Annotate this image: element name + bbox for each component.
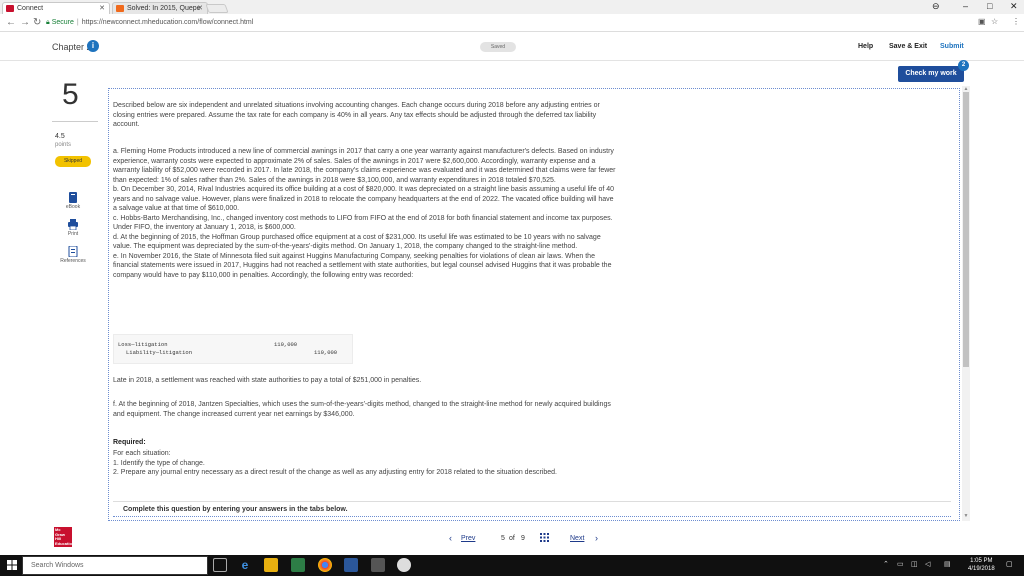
page-of: of <box>509 535 515 542</box>
back-icon[interactable]: ← <box>6 16 16 30</box>
required-line: 2. Prepare any journal entry necessary a… <box>113 469 557 476</box>
next-link[interactable]: Next <box>570 535 584 542</box>
points-label: points <box>55 142 72 148</box>
journal-debit: 110,000 <box>274 341 298 348</box>
prev-link[interactable]: Prev <box>461 535 475 542</box>
secure-label: Secure <box>51 19 74 26</box>
reload-icon[interactable]: ↻ <box>33 16 41 30</box>
info-icon[interactable]: i <box>87 40 99 52</box>
submit-link[interactable]: Submit <box>940 43 964 50</box>
situation-b: b. On December 30, 2014, Rival Industrie… <box>113 186 615 212</box>
task-view-icon[interactable] <box>213 558 227 572</box>
journal-account: Liability—litigation <box>126 349 193 356</box>
references-icon <box>68 246 78 257</box>
edge-icon[interactable]: e <box>238 558 252 572</box>
menu-icon[interactable]: ⋮ <box>1012 17 1020 26</box>
browser-tab-bar: Connect ✕ Solved: In 2015, Quepe ✕ ⊖ – □… <box>0 0 1024 14</box>
user-icon[interactable]: ⊖ <box>932 0 940 13</box>
tab-label: Solved: In 2015, Quepe <box>127 5 201 12</box>
required-line: For each situation: <box>113 450 171 457</box>
windows-start-icon[interactable] <box>7 560 17 570</box>
situation-c: c. Hobbs-Barto Merchandising, Inc., chan… <box>113 214 613 232</box>
journal-account: Loss—litigation <box>118 341 168 348</box>
book-icon <box>69 192 77 203</box>
word-icon[interactable] <box>344 558 358 572</box>
clock-date: 4/19/2018 <box>968 566 995 572</box>
page-total: 9 <box>521 535 525 542</box>
tab-label: Connect <box>17 5 44 12</box>
chegg-favicon-icon <box>116 5 124 12</box>
save-exit-link[interactable]: Save & Exit <box>889 43 927 50</box>
lock-icon: 🔒︎ <box>46 19 50 26</box>
instructions-bar: Complete this question by entering your … <box>113 501 951 517</box>
question-number: 5 <box>62 78 79 111</box>
chrome-icon[interactable] <box>318 558 332 572</box>
notifications-icon[interactable]: ▢ <box>1006 560 1013 568</box>
file-explorer-icon[interactable] <box>264 558 278 572</box>
situation-a: a. Fleming Home Products introduced a ne… <box>113 148 616 184</box>
check-my-work-button[interactable]: Check my work <box>898 66 964 82</box>
close-tab-icon[interactable]: ✕ <box>197 3 203 14</box>
journal-row: Loss—litigation 110,000 <box>118 341 348 349</box>
journal-row: Liability—litigation 110,000 <box>118 349 348 357</box>
prev-arrow-icon[interactable]: ‹ <box>449 533 452 543</box>
forward-icon[interactable]: → <box>20 16 30 30</box>
bookmark-star-icon[interactable]: ☆ <box>991 17 998 26</box>
maximize-button[interactable]: □ <box>987 0 992 13</box>
url-field[interactable]: 🔒︎ Secure | https://newconnect.mheducation… <box>46 17 996 29</box>
app-header: Chapter 20 i Saved Help Save & Exit Subm… <box>0 33 1024 61</box>
network-icon[interactable]: ◫ <box>911 560 918 568</box>
divider <box>52 121 98 122</box>
scrollbar-thumb[interactable] <box>963 92 969 367</box>
tab-solved[interactable]: Solved: In 2015, Quepe ✕ <box>112 2 208 14</box>
print-label: Print <box>67 231 79 237</box>
print-button[interactable]: Print <box>55 219 91 237</box>
close-tab-icon[interactable]: ✕ <box>99 3 105 14</box>
question-intro: Described below are six independent and … <box>113 102 600 128</box>
windows-search-input[interactable]: Search Windows <box>22 556 208 575</box>
references-button[interactable]: References <box>55 246 91 264</box>
ebook-label: eBook <box>65 204 81 210</box>
minimize-button[interactable]: – <box>963 0 968 13</box>
translate-icon[interactable]: ▣ <box>978 17 986 26</box>
keyboard-icon[interactable]: ▤ <box>944 560 951 568</box>
address-bar: ← → ↻ 🔒︎ Secure | https://newconnect.mhedu… <box>0 14 1024 32</box>
settlement-text: Late in 2018, a settlement was reached w… <box>113 377 422 384</box>
required-heading: Required: <box>113 439 146 446</box>
clock[interactable]: 1:05 PM 4/19/2018 <box>968 557 995 573</box>
connect-favicon-icon <box>6 5 14 12</box>
new-tab-button[interactable] <box>205 4 229 13</box>
required-list: For each situation: 1. Identify the type… <box>113 449 623 478</box>
page-current: 5 <box>501 535 505 542</box>
skipped-badge: Skipped <box>55 156 91 167</box>
battery-icon[interactable]: ▭ <box>897 560 904 568</box>
clock-time: 1:05 PM <box>970 558 993 564</box>
required-line: 1. Identify the type of change. <box>113 459 205 467</box>
volume-icon[interactable]: ◁ <box>925 560 930 568</box>
check-count-badge: 2 <box>958 60 969 71</box>
situation-list: a. Fleming Home Products introduced a ne… <box>113 147 618 280</box>
situation-f: f. At the beginning of 2018, Jantzen Spe… <box>113 401 611 418</box>
app-icon[interactable] <box>397 558 411 572</box>
mcgraw-hill-logo: Mc Graw Hill Education <box>54 527 75 547</box>
references-label: References <box>60 258 86 264</box>
help-link[interactable]: Help <box>858 43 873 50</box>
journal-entry-table: Loss—litigation 110,000 Liability—litiga… <box>113 334 353 364</box>
ebook-button[interactable]: eBook <box>55 192 91 210</box>
journal-credit: 110,000 <box>314 349 338 356</box>
print-icon <box>68 219 78 230</box>
scroll-down-icon[interactable]: ▼ <box>962 513 970 519</box>
grid-icon[interactable] <box>540 533 549 542</box>
tray-up-icon[interactable]: ⌃ <box>883 560 889 568</box>
store-icon[interactable] <box>291 558 305 572</box>
next-arrow-icon[interactable]: › <box>595 533 598 543</box>
situation-e: e. In November 2016, the State of Minnes… <box>113 252 612 279</box>
situation-d: d. At the beginning of 2015, the Hoffman… <box>113 233 601 251</box>
close-window-button[interactable]: ✕ <box>1010 0 1018 13</box>
tab-connect[interactable]: Connect ✕ <box>2 2 110 14</box>
app-icon[interactable] <box>371 558 385 572</box>
saved-status: Saved <box>480 42 516 52</box>
url-text: https://newconnect.mheducation.com/flow/… <box>81 19 254 26</box>
points-value: 4.5 <box>55 133 65 140</box>
